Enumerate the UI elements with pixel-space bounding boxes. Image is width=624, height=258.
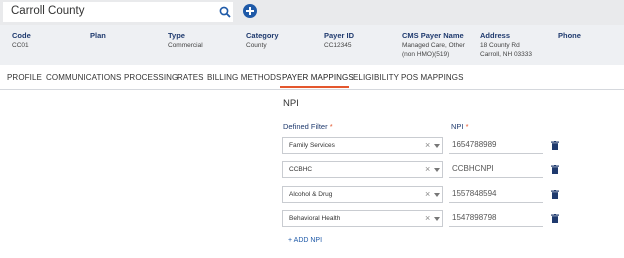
clear-icon[interactable]: × (425, 164, 430, 174)
top-bar: Carroll County (0, 0, 624, 25)
npi-input[interactable]: 1654788989 (449, 137, 543, 154)
clear-icon[interactable]: × (425, 140, 430, 150)
delete-icon[interactable] (551, 165, 559, 174)
npi-input[interactable]: 1547898798 (449, 210, 543, 227)
section-title: NPI (283, 98, 299, 109)
delete-icon[interactable] (551, 141, 559, 150)
field-cms-payer-name: CMS Payer Name Managed Care, Other (non … (402, 31, 465, 58)
field-type: Type Commercial (168, 31, 203, 49)
required-mark: * (465, 122, 469, 131)
active-tab-indicator (280, 86, 349, 88)
clear-icon[interactable]: × (425, 189, 430, 199)
chevron-down-icon[interactable] (434, 168, 440, 172)
field-code: Code CC01 (12, 31, 31, 49)
chevron-down-icon[interactable] (434, 193, 440, 197)
field-plan: Plan (90, 31, 106, 40)
npi-input[interactable]: 1557848594 (449, 186, 543, 203)
payer-search-input[interactable]: Carroll County (3, 2, 233, 22)
add-npi-link[interactable]: + ADD NPI (288, 237, 322, 244)
tab-profile[interactable]: PROFILE (7, 73, 42, 82)
field-payer-id: Payer ID CC12345 (324, 31, 355, 49)
tab-rates[interactable]: RATES (177, 73, 204, 82)
filter-select[interactable]: Behavioral Health × (282, 210, 443, 227)
field-category: Category County (246, 31, 279, 49)
search-value: Carroll County (11, 5, 85, 17)
field-phone: Phone (558, 31, 581, 40)
filter-select[interactable]: Family Services × (282, 137, 443, 154)
tab-pos-mappings[interactable]: POS MAPPINGS (401, 73, 464, 82)
tab-billing-methods[interactable]: BILLING METHODS (207, 73, 281, 82)
tab-payer-mappings[interactable]: PAYER MAPPINGS (282, 73, 354, 82)
required-mark: * (329, 122, 333, 131)
filter-column-header: Defined Filter * (283, 122, 333, 131)
npi-column-header: NPI * (451, 122, 469, 131)
add-icon[interactable] (243, 4, 257, 18)
field-address: Address 18 County Rd Carroll, NH 03333 (480, 31, 533, 58)
tab-communications[interactable]: COMMUNICATIONS (46, 73, 121, 82)
delete-icon[interactable] (551, 190, 559, 199)
npi-input[interactable]: CCBHCNPI (449, 161, 543, 178)
filter-select[interactable]: Alcohol & Drug × (282, 186, 443, 203)
search-icon[interactable] (219, 6, 231, 18)
delete-icon[interactable] (551, 214, 559, 223)
clear-icon[interactable]: × (425, 213, 430, 223)
tab-eligibility[interactable]: ELIGIBILITY (353, 73, 399, 82)
chevron-down-icon[interactable] (434, 144, 440, 148)
chevron-down-icon[interactable] (434, 217, 440, 221)
tab-processing[interactable]: PROCESSING (124, 73, 178, 82)
payer-summary: Code CC01 Plan Type Commercial Category … (0, 25, 624, 65)
filter-select[interactable]: CCBHC × (282, 161, 443, 178)
